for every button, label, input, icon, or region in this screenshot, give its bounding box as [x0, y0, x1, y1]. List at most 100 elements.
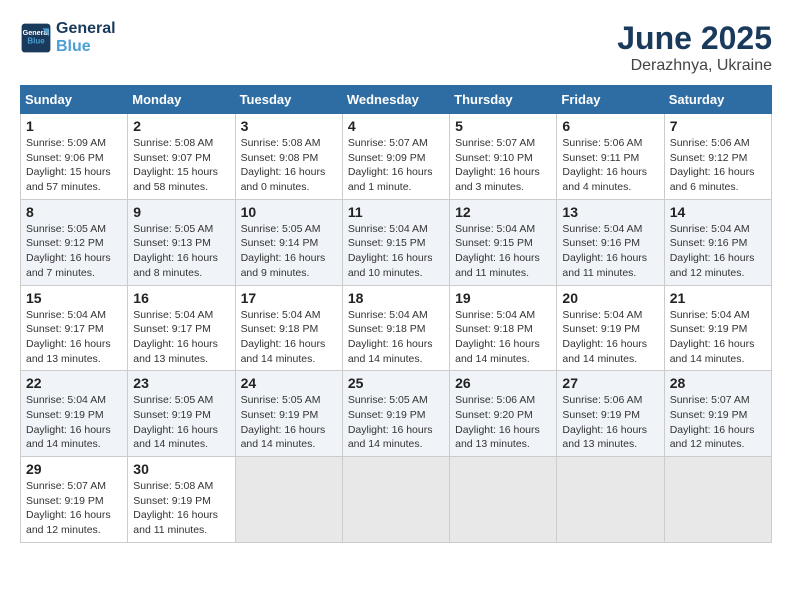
calendar-week-row: 1Sunrise: 5:09 AM Sunset: 9:06 PM Daylig… — [21, 114, 772, 200]
column-header-sunday: Sunday — [21, 86, 128, 114]
calendar-cell: 16 Sunrise: 5:04 AM Sunset: 9:17 PM Dayli… — [128, 285, 235, 371]
day-info: Sunrise: 5:07 AM Sunset: 9:19 PM Dayligh… — [26, 479, 122, 538]
day-number: 25 — [348, 375, 444, 391]
calendar-cell: 5 Sunrise: 5:07 AM Sunset: 9:10 PM Daylig… — [450, 114, 557, 200]
day-number: 24 — [241, 375, 337, 391]
calendar-cell: 4 Sunrise: 5:07 AM Sunset: 9:09 PM Daylig… — [342, 114, 449, 200]
svg-text:Blue: Blue — [27, 36, 45, 45]
day-number: 13 — [562, 204, 658, 220]
page-header: General Blue General Blue June 2025 Dera… — [20, 20, 772, 75]
calendar-cell — [450, 457, 557, 543]
calendar-cell: 15 Sunrise: 5:04 AM Sunset: 9:17 PM Dayli… — [21, 285, 128, 371]
day-info: Sunrise: 5:07 AM Sunset: 9:10 PM Dayligh… — [455, 136, 551, 195]
day-number: 20 — [562, 290, 658, 306]
column-header-friday: Friday — [557, 86, 664, 114]
day-number: 4 — [348, 118, 444, 134]
day-info: Sunrise: 5:04 AM Sunset: 9:16 PM Dayligh… — [562, 222, 658, 281]
column-header-wednesday: Wednesday — [342, 86, 449, 114]
logo-general: General — [56, 20, 116, 38]
calendar-cell: 30 Sunrise: 5:08 AM Sunset: 9:19 PM Dayli… — [128, 457, 235, 543]
day-info: Sunrise: 5:04 AM Sunset: 9:19 PM Dayligh… — [670, 308, 766, 367]
day-number: 28 — [670, 375, 766, 391]
calendar-cell: 18 Sunrise: 5:04 AM Sunset: 9:18 PM Dayli… — [342, 285, 449, 371]
day-number: 8 — [26, 204, 122, 220]
day-number: 30 — [133, 461, 229, 477]
day-info: Sunrise: 5:04 AM Sunset: 9:18 PM Dayligh… — [348, 308, 444, 367]
day-number: 11 — [348, 204, 444, 220]
calendar-cell: 23Sunrise: 5:05 AM Sunset: 9:19 PM Dayli… — [128, 371, 235, 457]
day-number: 19 — [455, 290, 551, 306]
calendar-cell: 10 Sunrise: 5:05 AM Sunset: 9:14 PM Dayli… — [235, 199, 342, 285]
day-number: 9 — [133, 204, 229, 220]
day-number: 22 — [26, 375, 122, 391]
calendar-cell: 20 Sunrise: 5:04 AM Sunset: 9:19 PM Dayli… — [557, 285, 664, 371]
day-info: Sunrise: 5:08 AM Sunset: 9:19 PM Dayligh… — [133, 479, 229, 538]
day-number: 16 — [133, 290, 229, 306]
day-info: Sunrise: 5:05 AM Sunset: 9:12 PM Dayligh… — [26, 222, 122, 281]
calendar-cell: 25 Sunrise: 5:05 AM Sunset: 9:19 PM Dayli… — [342, 371, 449, 457]
calendar-cell: 8 Sunrise: 5:05 AM Sunset: 9:12 PM Daylig… — [21, 199, 128, 285]
calendar-cell: 19 Sunrise: 5:04 AM Sunset: 9:18 PM Dayli… — [450, 285, 557, 371]
calendar-week-row: 22Sunrise: 5:04 AM Sunset: 9:19 PM Dayli… — [21, 371, 772, 457]
calendar-cell: 29Sunrise: 5:07 AM Sunset: 9:19 PM Dayli… — [21, 457, 128, 543]
title-area: June 2025 Derazhnya, Ukraine — [617, 20, 772, 75]
day-info: Sunrise: 5:07 AM Sunset: 9:19 PM Dayligh… — [670, 393, 766, 452]
day-info: Sunrise: 5:04 AM Sunset: 9:18 PM Dayligh… — [241, 308, 337, 367]
column-header-tuesday: Tuesday — [235, 86, 342, 114]
logo: General Blue General Blue — [20, 20, 116, 55]
day-info: Sunrise: 5:06 AM Sunset: 9:12 PM Dayligh… — [670, 136, 766, 195]
calendar-cell: 1Sunrise: 5:09 AM Sunset: 9:06 PM Daylig… — [21, 114, 128, 200]
day-number: 23 — [133, 375, 229, 391]
day-info: Sunrise: 5:08 AM Sunset: 9:08 PM Dayligh… — [241, 136, 337, 195]
calendar-cell — [664, 457, 771, 543]
day-number: 17 — [241, 290, 337, 306]
day-number: 5 — [455, 118, 551, 134]
day-number: 3 — [241, 118, 337, 134]
column-header-monday: Monday — [128, 86, 235, 114]
calendar-week-row: 8 Sunrise: 5:05 AM Sunset: 9:12 PM Daylig… — [21, 199, 772, 285]
calendar-cell: 2Sunrise: 5:08 AM Sunset: 9:07 PM Daylig… — [128, 114, 235, 200]
month-title: June 2025 — [617, 20, 772, 57]
day-number: 26 — [455, 375, 551, 391]
day-number: 1 — [26, 118, 122, 134]
calendar-cell: 17 Sunrise: 5:04 AM Sunset: 9:18 PM Dayli… — [235, 285, 342, 371]
calendar-cell: 28 Sunrise: 5:07 AM Sunset: 9:19 PM Dayli… — [664, 371, 771, 457]
calendar-cell: 13 Sunrise: 5:04 AM Sunset: 9:16 PM Dayli… — [557, 199, 664, 285]
day-info: Sunrise: 5:07 AM Sunset: 9:09 PM Dayligh… — [348, 136, 444, 195]
day-number: 12 — [455, 204, 551, 220]
calendar-cell — [342, 457, 449, 543]
calendar-cell: 27Sunrise: 5:06 AM Sunset: 9:19 PM Dayli… — [557, 371, 664, 457]
day-info: Sunrise: 5:04 AM Sunset: 9:19 PM Dayligh… — [562, 308, 658, 367]
day-info: Sunrise: 5:06 AM Sunset: 9:20 PM Dayligh… — [455, 393, 551, 452]
calendar-header-row: SundayMondayTuesdayWednesdayThursdayFrid… — [21, 86, 772, 114]
day-info: Sunrise: 5:04 AM Sunset: 9:16 PM Dayligh… — [670, 222, 766, 281]
day-info: Sunrise: 5:04 AM Sunset: 9:17 PM Dayligh… — [26, 308, 122, 367]
calendar-cell: 24Sunrise: 5:05 AM Sunset: 9:19 PM Dayli… — [235, 371, 342, 457]
day-info: Sunrise: 5:05 AM Sunset: 9:19 PM Dayligh… — [348, 393, 444, 452]
calendar-cell — [235, 457, 342, 543]
day-info: Sunrise: 5:06 AM Sunset: 9:19 PM Dayligh… — [562, 393, 658, 452]
day-info: Sunrise: 5:05 AM Sunset: 9:14 PM Dayligh… — [241, 222, 337, 281]
day-info: Sunrise: 5:04 AM Sunset: 9:18 PM Dayligh… — [455, 308, 551, 367]
day-info: Sunrise: 5:04 AM Sunset: 9:15 PM Dayligh… — [455, 222, 551, 281]
logo-icon: General Blue — [20, 22, 52, 54]
column-header-thursday: Thursday — [450, 86, 557, 114]
calendar-cell: 22Sunrise: 5:04 AM Sunset: 9:19 PM Dayli… — [21, 371, 128, 457]
day-number: 15 — [26, 290, 122, 306]
logo-blue: Blue — [56, 38, 116, 56]
day-info: Sunrise: 5:04 AM Sunset: 9:15 PM Dayligh… — [348, 222, 444, 281]
calendar-cell: 21 Sunrise: 5:04 AM Sunset: 9:19 PM Dayli… — [664, 285, 771, 371]
day-number: 10 — [241, 204, 337, 220]
day-number: 7 — [670, 118, 766, 134]
day-number: 21 — [670, 290, 766, 306]
location-title: Derazhnya, Ukraine — [617, 57, 772, 75]
column-header-saturday: Saturday — [664, 86, 771, 114]
day-info: Sunrise: 5:04 AM Sunset: 9:17 PM Dayligh… — [133, 308, 229, 367]
day-number: 18 — [348, 290, 444, 306]
calendar-cell: 12 Sunrise: 5:04 AM Sunset: 9:15 PM Dayli… — [450, 199, 557, 285]
calendar-table: SundayMondayTuesdayWednesdayThursdayFrid… — [20, 85, 772, 543]
day-number: 2 — [133, 118, 229, 134]
day-info: Sunrise: 5:06 AM Sunset: 9:11 PM Dayligh… — [562, 136, 658, 195]
calendar-cell — [557, 457, 664, 543]
day-number: 6 — [562, 118, 658, 134]
